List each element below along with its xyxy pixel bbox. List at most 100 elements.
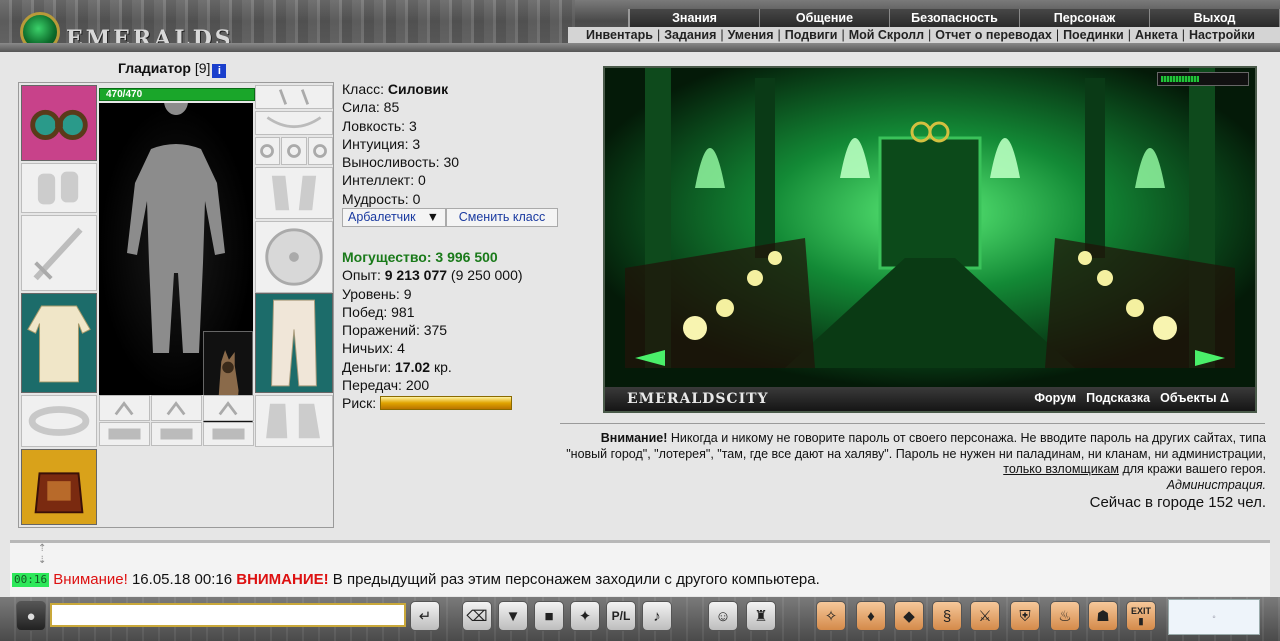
sub-menu-skills[interactable]: Умения: [728, 28, 774, 42]
sword-slot-icon[interactable]: [21, 215, 97, 291]
exp-line: Опыт: 9 213 077 (9 250 000): [342, 266, 562, 284]
sub-menu-inventory[interactable]: Инвентарь: [586, 28, 653, 42]
chat-mode-icon[interactable]: ●: [16, 601, 46, 631]
level-line: Уровень: 9: [342, 285, 412, 302]
chat-time[interactable]: 00:16: [12, 573, 50, 587]
money-line: Деньги: 17.02 кр.: [342, 358, 562, 376]
chat-date: 16.05.18 00:16: [131, 571, 233, 588]
forum-link[interactable]: Форум: [1034, 391, 1076, 405]
goggles-slot-icon[interactable]: [21, 85, 97, 161]
exit-icon[interactable]: EXIT ▮: [1126, 601, 1156, 631]
location-scene[interactable]: EMERALDSCITY Форум Подсказка Объекты Δ: [603, 66, 1257, 413]
chat-text: В предыдущий раз этим персонажем заходил…: [332, 571, 820, 588]
shield-slot-icon[interactable]: [255, 221, 333, 293]
rune-slot-3-icon[interactable]: [203, 395, 254, 421]
warning-title: Внимание!: [600, 431, 668, 445]
losses-line: Поражений: 375: [342, 322, 448, 339]
sub-menu-profile[interactable]: Анкета: [1135, 28, 1178, 42]
sub-menu-feats[interactable]: Подвиги: [785, 28, 838, 42]
info-icon[interactable]: i: [212, 64, 227, 78]
necklace-slot-icon[interactable]: [255, 111, 333, 135]
equipment-panel: 470/470: [18, 82, 334, 528]
chat-message: 00:16 Внимание! 16.05.18 00:16 ВНИМАНИЕ!…: [12, 571, 820, 588]
scene-bottom-bar: EMERALDSCITY Форум Подсказка Объекты Δ: [605, 387, 1255, 411]
agility-stat: Ловкость: 3: [342, 117, 417, 134]
sub-menu-my-scroll[interactable]: Мой Скролл: [849, 28, 924, 42]
online-count: Сейчас в городе 152 чел.: [1089, 494, 1266, 511]
pl-icon[interactable]: P/L: [606, 601, 636, 631]
power-label: Могущество:: [342, 249, 432, 265]
warning-underlined: только взломщикам: [1003, 462, 1119, 476]
exp-next: (9 250 000): [450, 267, 523, 284]
change-class-button[interactable]: Сменить класс: [446, 208, 558, 227]
chapel-scene-image: [605, 68, 1255, 388]
minimap[interactable]: ◦: [1168, 599, 1260, 635]
chat-scroll-arrows-icon[interactable]: ⇡ ⇣: [38, 543, 46, 567]
stats2-block: Могущество: 3 996 500 Опыт: 9 213 077 (9…: [342, 248, 562, 413]
ring-slot-3-icon[interactable]: [308, 137, 333, 165]
class-label: Класс:: [342, 81, 384, 97]
bracers-slot-icon[interactable]: [21, 163, 97, 213]
class-value: Силовик: [387, 81, 449, 97]
chat-input[interactable]: [50, 603, 406, 627]
top-menu-exit[interactable]: Выход: [1150, 9, 1280, 27]
gold-icon[interactable]: ◆: [894, 601, 924, 631]
boots-slot-icon[interactable]: [255, 395, 333, 447]
clear-icon[interactable]: ⌫: [462, 601, 492, 631]
team-icon[interactable]: ☗: [1088, 601, 1118, 631]
bag-slot-icon[interactable]: [21, 449, 97, 525]
shirt-slot-icon[interactable]: [21, 293, 97, 393]
main-content: Гладиатор [9] i 470/470 Класс: Силовик С…: [10, 52, 1270, 538]
chat-attention-caps: ВНИМАНИЕ!: [236, 571, 329, 588]
filter-icon[interactable]: ▼: [498, 601, 528, 631]
smile-icon[interactable]: ☺: [708, 601, 738, 631]
exp-value: 9 213 077: [384, 267, 448, 284]
top-menu-knowledge[interactable]: Знания: [630, 9, 760, 27]
class-controls: Арбалетчик ▼ Сменить класс: [342, 208, 558, 227]
pants-slot-icon[interactable]: [255, 293, 333, 393]
draws-line: Ничьих: 4: [342, 340, 405, 357]
character-name: Гладиатор: [118, 60, 191, 76]
bottom-toolbar: ● ↵ ⌫ ▼ ■ ✦ P/L ♪ ☺ ♜ ✧ ♦ ◆ § ⚔ ⛨ ♨ ☗ EX…: [0, 597, 1280, 641]
top-menu-character[interactable]: Персонаж: [1020, 9, 1150, 27]
scroll-slot-1-icon[interactable]: [99, 422, 150, 446]
top-menu-security[interactable]: Безопасность: [890, 9, 1020, 27]
magic-icon[interactable]: ✧: [816, 601, 846, 631]
save-icon[interactable]: ■: [534, 601, 564, 631]
sub-menu: Инвентарь | Задания | Умения | Подвиги | Мой…: [568, 27, 1280, 43]
ring-slot-1-icon[interactable]: [255, 137, 280, 165]
divider: [560, 423, 1265, 424]
earrings-slot-icon[interactable]: [255, 85, 333, 109]
scene-title: EMERALDSCITY: [627, 391, 769, 407]
bag-icon[interactable]: ♦: [856, 601, 886, 631]
class-select[interactable]: Арбалетчик ▼: [342, 208, 446, 227]
helmet-icon[interactable]: ♜: [746, 601, 776, 631]
scroll-slot-2-icon[interactable]: [151, 422, 202, 446]
scene-meter: [1157, 72, 1249, 86]
belt-slot-icon[interactable]: [21, 395, 97, 447]
armor-icon[interactable]: ⛨: [1010, 601, 1040, 631]
enter-icon[interactable]: ↵: [410, 601, 440, 631]
sub-menu-transfers-report[interactable]: Отчет о переводах: [935, 28, 1052, 42]
character-name-line: Гладиатор [9] i: [118, 60, 227, 78]
walk-icon[interactable]: ✦: [570, 601, 600, 631]
rune-slot-1-icon[interactable]: [99, 395, 150, 421]
sound-icon[interactable]: ♪: [642, 601, 672, 631]
gloves-slot-icon[interactable]: [255, 167, 333, 219]
sub-menu-battles[interactable]: Поединки: [1063, 28, 1124, 42]
ring-slot-2-icon[interactable]: [281, 137, 307, 165]
top-menu-communication[interactable]: Общение: [760, 9, 890, 27]
money-value: 17.02: [395, 358, 431, 375]
chat-area[interactable]: ⇡ ⇣ 00:16 Внимание! 16.05.18 00:16 ВНИМАН…: [10, 540, 1270, 596]
scroll-icon[interactable]: §: [932, 601, 962, 631]
objects-link[interactable]: Объекты Δ: [1160, 391, 1229, 405]
fight-icon[interactable]: ⚔: [970, 601, 1000, 631]
scroll-slot-3-icon[interactable]: [203, 422, 254, 446]
transfers-line: Передач: 200: [342, 377, 430, 394]
sub-menu-quests[interactable]: Задания: [664, 28, 716, 42]
risk-bar: [380, 396, 513, 411]
hint-link[interactable]: Подсказка: [1086, 391, 1150, 405]
rune-slot-2-icon[interactable]: [151, 395, 202, 421]
potion-icon[interactable]: ♨: [1050, 601, 1080, 631]
sub-menu-settings[interactable]: Настройки: [1189, 28, 1255, 42]
